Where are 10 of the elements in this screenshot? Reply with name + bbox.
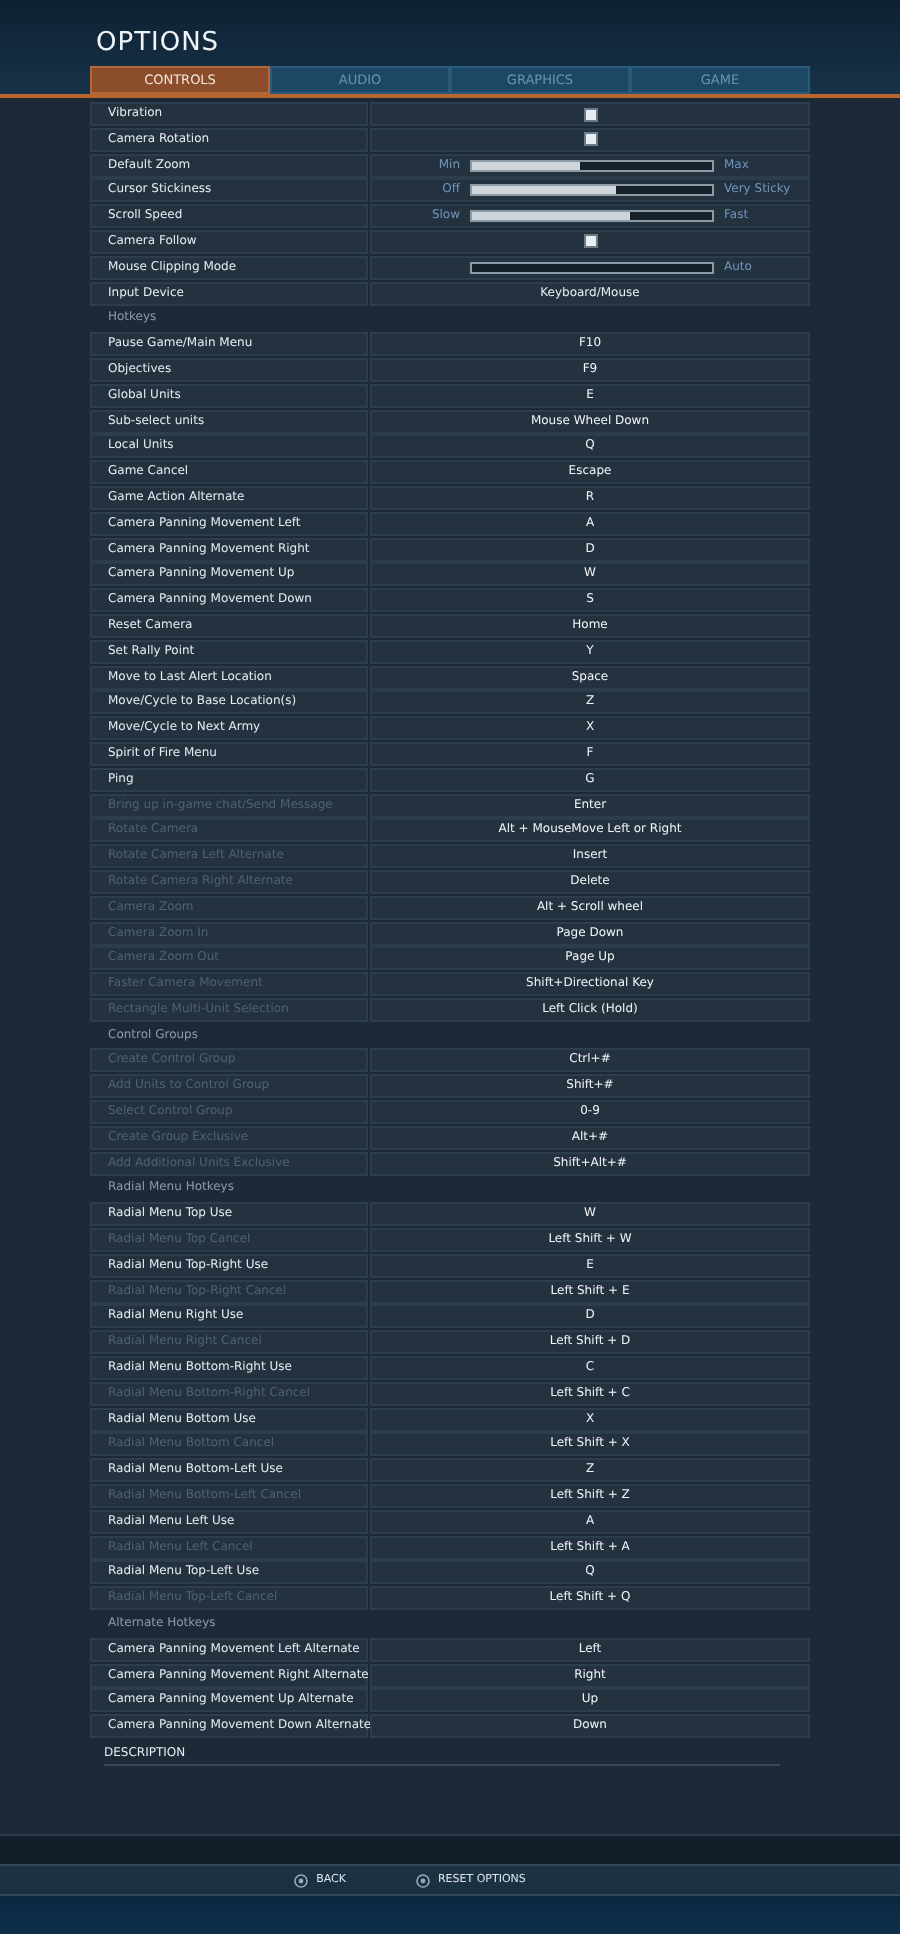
slider-track[interactable] xyxy=(470,210,714,223)
checkbox[interactable] xyxy=(583,234,597,249)
slider-track[interactable] xyxy=(470,159,714,172)
circle-icon xyxy=(415,1873,430,1887)
checkbox[interactable] xyxy=(583,132,597,147)
slider-track[interactable] xyxy=(470,184,714,197)
page-title: OPTIONS xyxy=(96,28,220,60)
circle-icon xyxy=(294,1873,309,1887)
checkbox[interactable] xyxy=(583,107,597,121)
slider-track[interactable] xyxy=(470,261,714,274)
